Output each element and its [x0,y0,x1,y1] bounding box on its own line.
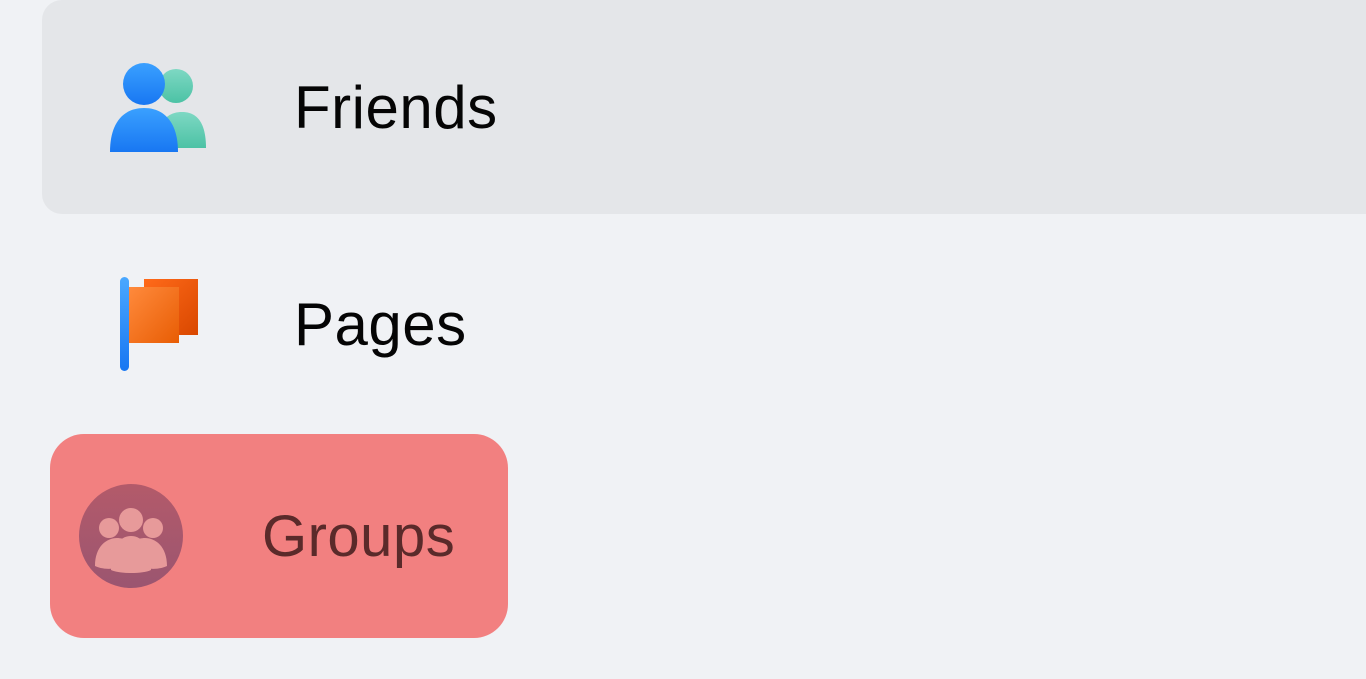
sidebar-item-label: Friends [294,73,498,142]
sidebar-item-pages[interactable]: Pages [30,214,1366,434]
pages-icon [104,269,214,379]
friends-icon [104,52,214,162]
sidebar-nav: Friends [0,0,1366,434]
groups-icon [76,481,186,591]
sidebar-item-groups[interactable]: Groups [50,434,508,638]
sidebar-item-label: Pages [294,290,467,359]
sidebar-item-label: Groups [262,503,455,570]
sidebar-item-friends[interactable]: Friends [42,0,1366,214]
